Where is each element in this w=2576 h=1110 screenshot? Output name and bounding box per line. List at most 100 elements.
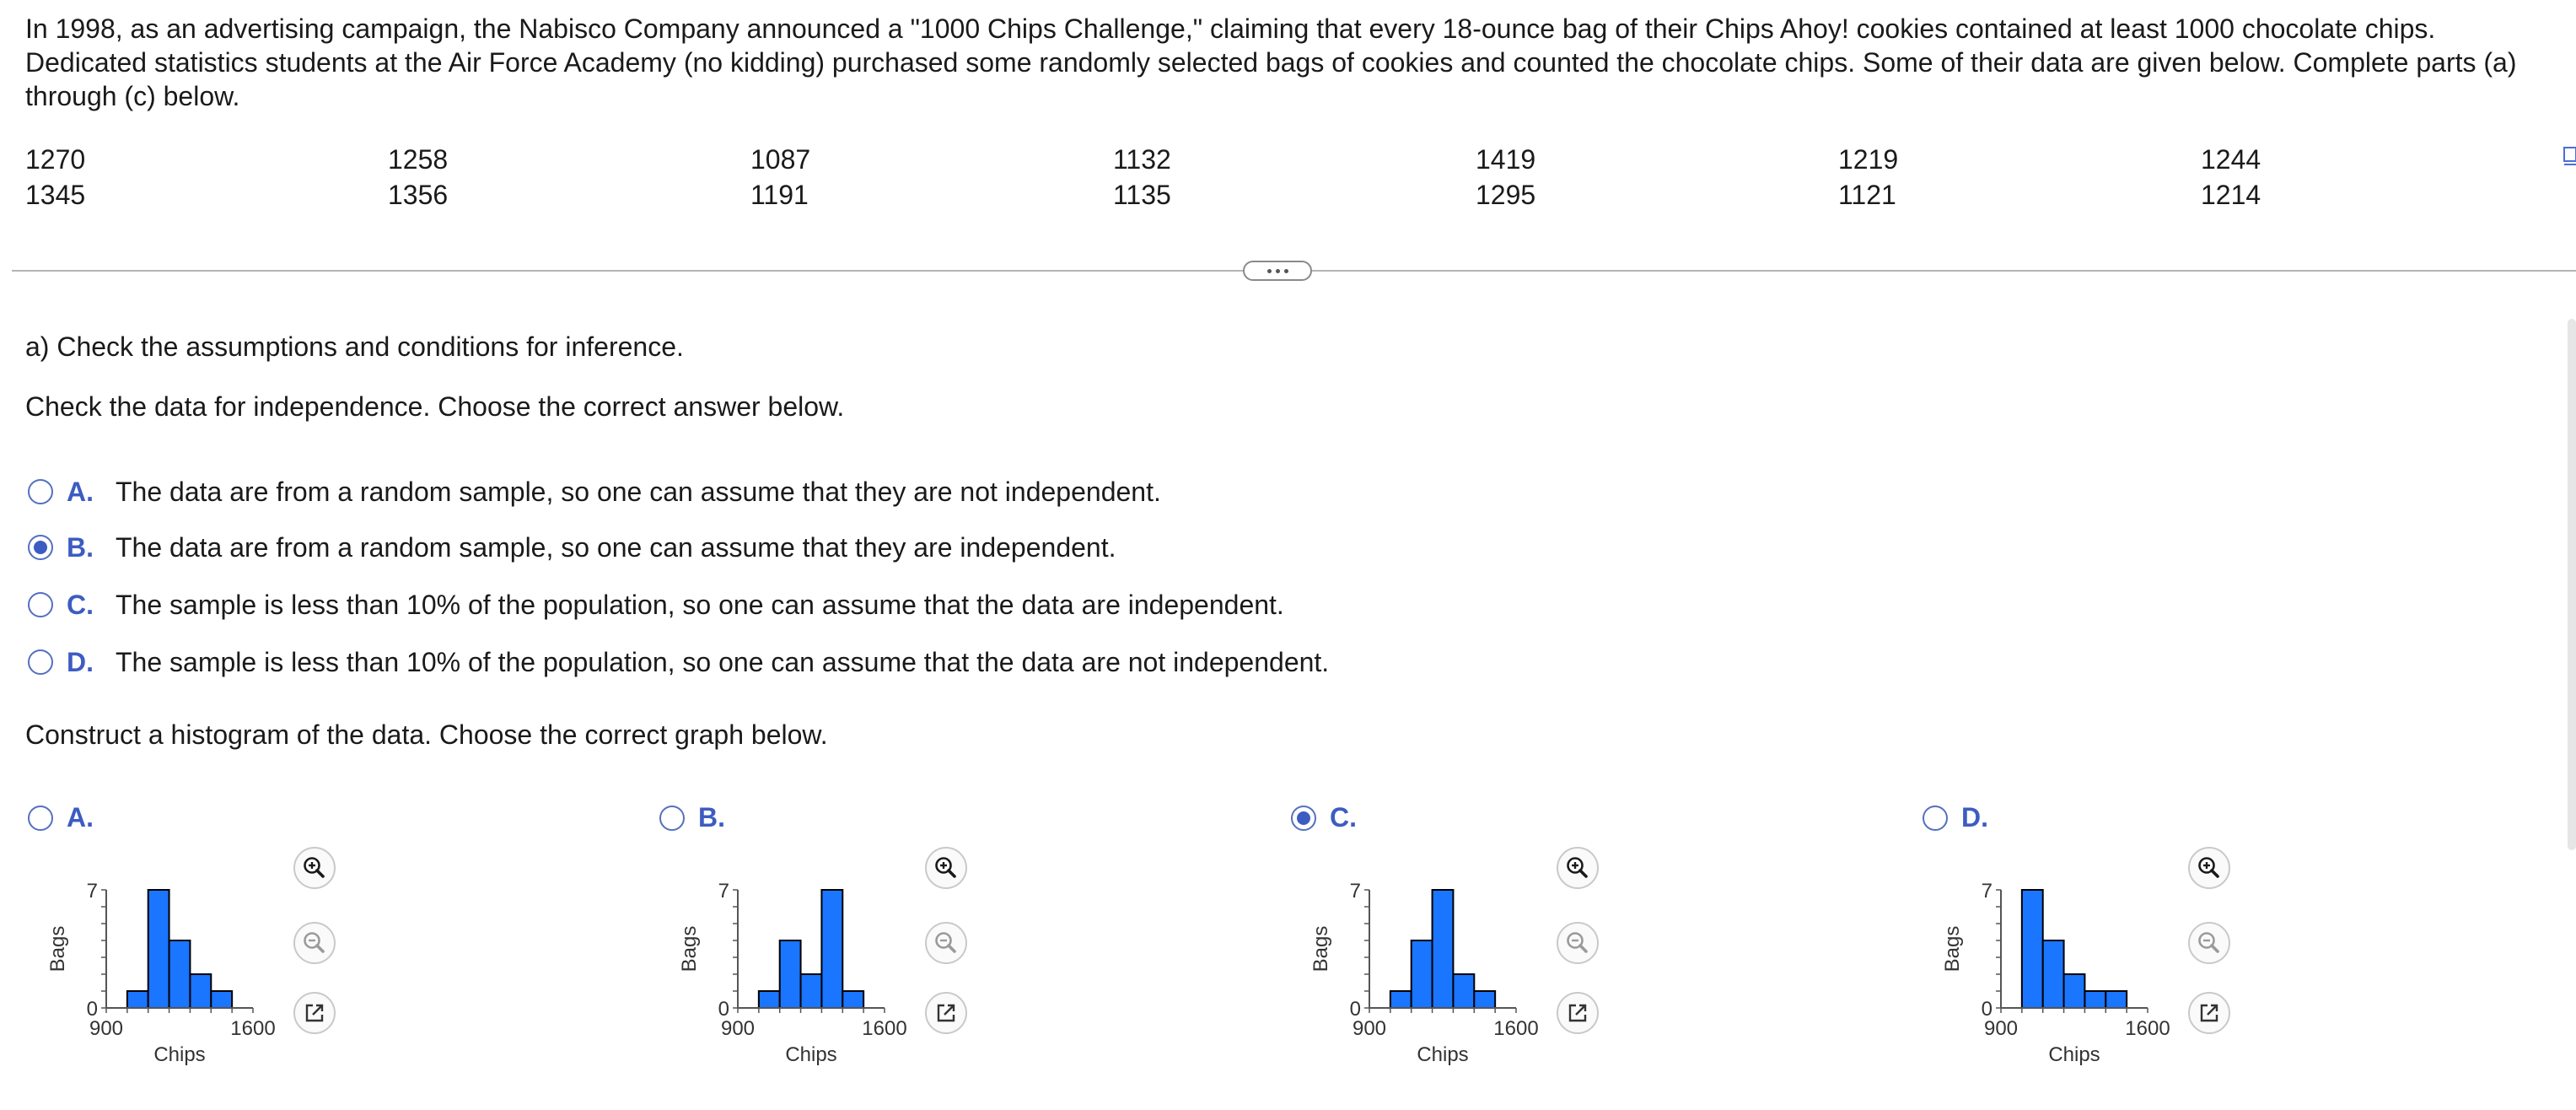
radio-button[interactable] — [28, 805, 53, 831]
option-letter: A. — [67, 802, 94, 832]
y-tick-label-max: 7 — [1350, 880, 1361, 903]
histogram-bar — [799, 973, 823, 1009]
histogram-bar — [1389, 990, 1412, 1009]
option-letter: D. — [67, 646, 94, 677]
problem-statement: In 1998, as an advertising campaign, the… — [25, 13, 2517, 111]
independence-option-c[interactable]: C. The sample is less than 10% of the po… — [28, 588, 1284, 622]
data-cell: 1087 — [750, 144, 811, 175]
histogram-bar — [126, 990, 149, 1009]
histogram-bar — [2062, 973, 2086, 1009]
radio-button[interactable] — [28, 479, 53, 504]
zoom-out-button-c[interactable] — [1557, 922, 1599, 964]
zoom-in-button-b[interactable] — [925, 847, 967, 889]
open-in-new-window-icon — [2200, 1004, 2218, 1022]
x-tick-label-max: 1600 — [2125, 1017, 2170, 1040]
data-cell: 1219 — [1838, 144, 1899, 175]
data-cell: 1419 — [1476, 144, 1536, 175]
x-tick-label-max: 1600 — [1493, 1017, 1538, 1040]
more-dots-icon — [1266, 268, 1272, 273]
option-text: The data are from a random sample, so on… — [116, 476, 1161, 507]
radio-button[interactable] — [28, 649, 53, 675]
histogram-bar — [210, 990, 234, 1009]
data-cell: 1270 — [25, 144, 86, 175]
zoom-in-button-c[interactable] — [1557, 847, 1599, 889]
histogram-bar — [842, 990, 865, 1009]
radio-button[interactable] — [28, 592, 53, 617]
data-cell: 1132 — [1113, 144, 1171, 175]
zoom-in-button-d[interactable] — [2188, 847, 2230, 889]
data-cell: 1121 — [1838, 180, 1896, 210]
x-axis-label: Chips — [2048, 1043, 2100, 1066]
zoom-in-icon — [2198, 857, 2219, 878]
radio-button-selected[interactable] — [1291, 805, 1316, 831]
option-text: The sample is less than 10% of the popul… — [116, 589, 1284, 620]
x-axis-label: Chips — [153, 1043, 205, 1066]
data-table: 1270 1258 1087 1132 1419 1219 1244 1345 … — [25, 142, 2471, 213]
independence-option-d[interactable]: D. The sample is less than 10% of the po… — [28, 645, 1329, 679]
histogram-bar — [168, 940, 191, 1009]
scrollbar[interactable] — [2568, 319, 2576, 850]
data-cell: 1345 — [25, 180, 86, 210]
option-letter: C. — [67, 589, 94, 620]
independence-option-a[interactable]: A. The data are from a random sample, so… — [28, 475, 1161, 509]
histogram-bar — [778, 940, 802, 1009]
y-axis-label: Bags — [1310, 926, 1332, 973]
histogram-prompt: Construct a histogram of the data. Choos… — [25, 719, 828, 750]
y-axis-label: Bags — [1941, 926, 1964, 973]
histogram-chart-c: 70900 1600ChipsBags — [1310, 880, 1539, 1066]
histogram-bar — [1431, 889, 1455, 1009]
x-tick-label-min: 900 — [1353, 1017, 1386, 1040]
open-graph-button-c[interactable] — [1557, 992, 1599, 1034]
x-axis-label: Chips — [1417, 1043, 1468, 1066]
expand-data-button[interactable] — [1243, 261, 1312, 281]
zoom-out-button-d[interactable] — [2188, 922, 2230, 964]
radio-button[interactable] — [659, 805, 685, 831]
option-letter: C. — [1330, 802, 1357, 832]
zoom-out-icon — [935, 932, 956, 953]
histogram-bar — [2105, 990, 2128, 1009]
y-tick-label-max: 7 — [87, 880, 98, 903]
zoom-out-button-a[interactable] — [293, 922, 336, 964]
zoom-in-button-a[interactable] — [293, 847, 336, 889]
option-letter: B. — [698, 802, 725, 832]
copy-data-icon[interactable] — [2561, 143, 2576, 169]
zoom-in-icon — [1567, 857, 1588, 878]
histogram-chart-d: 70900 1600ChipsBags — [1941, 880, 2170, 1066]
histogram-bar — [189, 973, 212, 1009]
histogram-chart-b: 70900 1600ChipsBags — [678, 880, 907, 1066]
data-cell: 1295 — [1476, 180, 1536, 210]
y-axis-label: Bags — [46, 926, 69, 973]
zoom-out-button-b[interactable] — [925, 922, 967, 964]
open-graph-button-d[interactable] — [2188, 992, 2230, 1034]
histogram-bar — [1452, 973, 1476, 1009]
option-letter: B. — [67, 531, 94, 563]
part-a-heading: a) Check the assumptions and conditions … — [25, 331, 684, 362]
histogram-bar — [757, 990, 781, 1009]
x-tick-label-max: 1600 — [862, 1017, 906, 1040]
open-in-new-window-icon — [1568, 1004, 1587, 1022]
data-cell: 1214 — [2201, 180, 2261, 210]
x-axis-label: Chips — [785, 1043, 836, 1066]
open-in-new-window-icon — [937, 1004, 955, 1022]
independence-prompt: Check the data for independence. Choose … — [25, 391, 845, 422]
histogram-bar — [2084, 990, 2107, 1009]
y-tick-label-max: 7 — [718, 880, 729, 903]
radio-button-selected[interactable] — [28, 535, 53, 560]
radio-button[interactable] — [1923, 805, 1948, 831]
histogram-bar — [2041, 940, 2065, 1009]
open-graph-button-a[interactable] — [293, 992, 336, 1034]
open-graph-button-b[interactable] — [925, 992, 967, 1034]
data-cell: 1244 — [2201, 144, 2261, 175]
option-text: The sample is less than 10% of the popul… — [116, 646, 1330, 677]
zoom-out-icon — [2198, 932, 2219, 953]
option-letter: D. — [1961, 802, 1988, 832]
histogram-bar — [1410, 940, 1433, 1009]
option-text: The data are from a random sample, so on… — [116, 531, 1116, 563]
zoom-in-icon — [304, 857, 325, 878]
x-tick-label-max: 1600 — [230, 1017, 275, 1040]
histogram-bar — [2020, 889, 2044, 1009]
independence-option-b[interactable]: B. The data are from a random sample, so… — [28, 531, 1116, 564]
data-cell: 1191 — [750, 180, 809, 210]
option-letter: A. — [67, 476, 94, 507]
y-axis-label: Bags — [678, 926, 701, 973]
